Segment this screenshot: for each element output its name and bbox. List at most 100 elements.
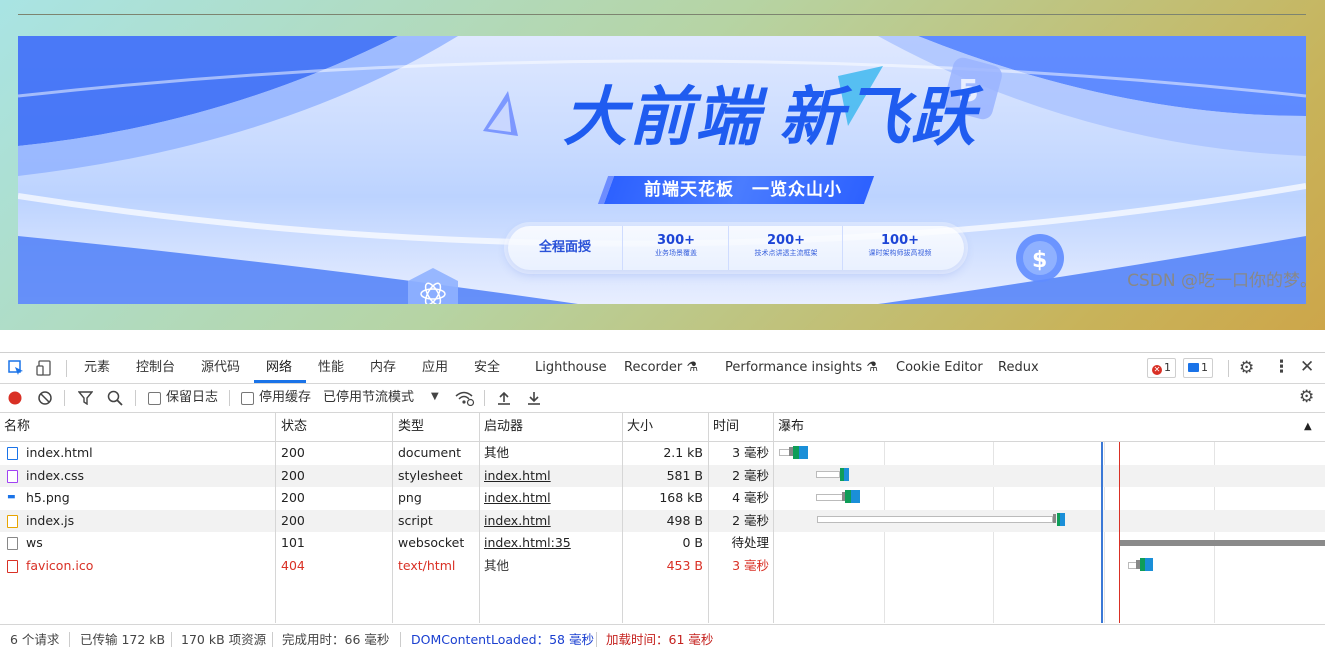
- waterfall-download-bar: [799, 446, 808, 459]
- column-header-waterfall[interactable]: 瀑布: [778, 413, 804, 441]
- tab-sources[interactable]: 源代码: [201, 353, 240, 383]
- table-row[interactable]: ▬ h5.png 200 png index.html 168 kB 4 毫秒: [0, 487, 1325, 510]
- request-type: script: [398, 512, 433, 528]
- script-file-icon: [7, 514, 18, 528]
- column-header-status[interactable]: 状态: [281, 413, 307, 441]
- request-time: 2 毫秒: [732, 467, 769, 483]
- devtools-panel: 元素 控制台 源代码 网络 性能 内存 应用 安全 Lighthouse Rec…: [0, 352, 1325, 654]
- column-header-initiator[interactable]: 启动器: [484, 413, 523, 441]
- request-initiator-link[interactable]: index.html:35: [484, 532, 571, 555]
- request-name: ws: [26, 535, 43, 550]
- table-row[interactable]: index.js 200 script index.html 498 B 2 毫…: [0, 509, 1325, 533]
- tab-recorder[interactable]: Recorder ⚗: [624, 353, 698, 383]
- device-toolbar-icon[interactable]: [36, 360, 52, 379]
- column-header-name[interactable]: 名称: [4, 413, 30, 441]
- message-count: 1: [1201, 361, 1208, 374]
- dropdown-arrow-icon[interactable]: ▼: [431, 392, 439, 402]
- tab-elements[interactable]: 元素: [84, 353, 110, 383]
- column-header-size[interactable]: 大小: [627, 413, 653, 441]
- request-size: 168 kB: [659, 490, 703, 505]
- banner-subtitle: 前端天花板 一览众山小: [644, 180, 842, 200]
- request-type: text/html: [398, 557, 456, 573]
- preserve-log-label[interactable]: 保留日志: [166, 384, 218, 412]
- divider: [229, 390, 230, 406]
- request-name: index.html: [26, 445, 93, 460]
- svg-text:$: $: [1032, 248, 1047, 273]
- export-har-icon[interactable]: [527, 390, 541, 408]
- active-tab-indicator: [254, 380, 306, 383]
- request-status: 200: [281, 445, 305, 460]
- column-divider: [392, 413, 393, 623]
- request-type: websocket: [398, 535, 465, 550]
- request-initiator-link[interactable]: index.html: [484, 465, 551, 488]
- waterfall-download-bar: [851, 490, 860, 503]
- banner-feature-pill: 全程面授 300+ 业务场景覆盖 200+ 技术点讲透主流框架 100+ 课时架…: [508, 226, 964, 270]
- tab-memory[interactable]: 内存: [370, 353, 396, 383]
- horizontal-rule: [18, 14, 1306, 15]
- request-size: 453 B: [666, 557, 703, 573]
- table-row[interactable]: index.html 200 document 其他 2.1 kB 3 毫秒: [0, 442, 1325, 465]
- error-count-badge[interactable]: ✕ 1: [1147, 358, 1176, 378]
- more-options-icon[interactable]: ⋮: [1273, 359, 1290, 376]
- network-toolbar: 保留日志 停用缓存 已停用节流模式 ▼ ⚙: [0, 384, 1325, 413]
- tab-performance-insights[interactable]: Performance insights ⚗: [725, 353, 878, 383]
- request-size: 498 B: [666, 512, 703, 528]
- message-icon: [1188, 363, 1199, 372]
- pill-cell-300: 300+ 业务场景覆盖: [622, 226, 729, 270]
- request-time: 2 毫秒: [732, 512, 769, 528]
- disable-cache-label[interactable]: 停用缓存: [259, 384, 311, 412]
- pill-description: 课时架构师拔高视频: [868, 249, 932, 257]
- pill-cell-100: 100+ 课时架构师拔高视频: [842, 226, 957, 270]
- banner-title: 大前端 新飞跃: [563, 86, 977, 150]
- banner-title-part2: 新飞跃: [779, 81, 977, 155]
- column-header-time[interactable]: 时间: [713, 413, 739, 441]
- preserve-log-checkbox[interactable]: [148, 392, 161, 405]
- waterfall-queue-bar: [816, 471, 840, 478]
- network-conditions-icon[interactable]: [455, 390, 475, 409]
- record-icon[interactable]: [8, 391, 22, 408]
- close-icon[interactable]: ✕: [1300, 359, 1314, 376]
- stylesheet-file-icon: [7, 469, 18, 483]
- hero-banner: 5 $ 大前端 新飞跃 前端天花板 一览众山小 全程面授 300+ 业务场景覆盖 …: [18, 36, 1306, 304]
- throttling-select[interactable]: 已停用节流模式: [323, 384, 414, 412]
- request-time: 3 毫秒: [732, 445, 769, 460]
- column-divider: [773, 413, 774, 623]
- filter-icon[interactable]: [77, 391, 94, 408]
- request-initiator-link[interactable]: index.html: [484, 487, 551, 510]
- pill-main-label: 全程面授: [538, 240, 591, 255]
- sort-ascending-icon[interactable]: ▲: [1304, 413, 1312, 441]
- tab-performance[interactable]: 性能: [318, 353, 344, 383]
- column-header-type[interactable]: 类型: [398, 413, 424, 441]
- settings-gear-icon[interactable]: ⚙: [1239, 360, 1254, 377]
- table-row[interactable]: index.css 200 stylesheet index.html 581 …: [0, 464, 1325, 488]
- network-settings-gear-icon[interactable]: ⚙: [1299, 389, 1314, 406]
- tab-network[interactable]: 网络: [266, 353, 292, 383]
- import-har-icon[interactable]: [497, 390, 511, 408]
- request-initiator: 其他: [484, 557, 510, 573]
- divider: [596, 632, 597, 647]
- tab-lighthouse[interactable]: Lighthouse: [535, 353, 607, 383]
- message-count-badge[interactable]: 1: [1183, 358, 1213, 378]
- tab-redux[interactable]: Redux: [998, 353, 1039, 383]
- clear-icon[interactable]: [38, 391, 52, 408]
- pill-cell-main: 全程面授: [508, 226, 622, 270]
- divider: [400, 632, 401, 647]
- tab-security[interactable]: 安全: [474, 353, 500, 383]
- tab-recorder-label: Recorder: [624, 360, 683, 375]
- table-row[interactable]: favicon.ico 404 text/html 其他 453 B 3 毫秒: [0, 555, 1325, 578]
- document-file-icon: [7, 447, 18, 460]
- tab-cookie-editor[interactable]: Cookie Editor: [896, 353, 983, 383]
- resources-size: 170 kB 项资源: [181, 632, 267, 647]
- inspect-element-icon[interactable]: [8, 360, 24, 379]
- tab-console[interactable]: 控制台: [136, 353, 175, 383]
- tab-application[interactable]: 应用: [422, 353, 448, 383]
- devtools-tab-bar: 元素 控制台 源代码 网络 性能 内存 应用 安全 Lighthouse Rec…: [0, 353, 1325, 384]
- request-initiator-link[interactable]: index.html: [484, 510, 551, 533]
- disable-cache-checkbox[interactable]: [241, 392, 254, 405]
- error-count: 1: [1164, 361, 1171, 374]
- pill-number: 200+: [766, 233, 806, 248]
- transferred-size: 已传输 172 kB: [80, 632, 166, 647]
- divider: [135, 390, 136, 406]
- search-icon[interactable]: [107, 390, 123, 409]
- request-table-header: 名称 状态 类型 启动器 大小 时间 瀑布 ▲: [0, 413, 1325, 442]
